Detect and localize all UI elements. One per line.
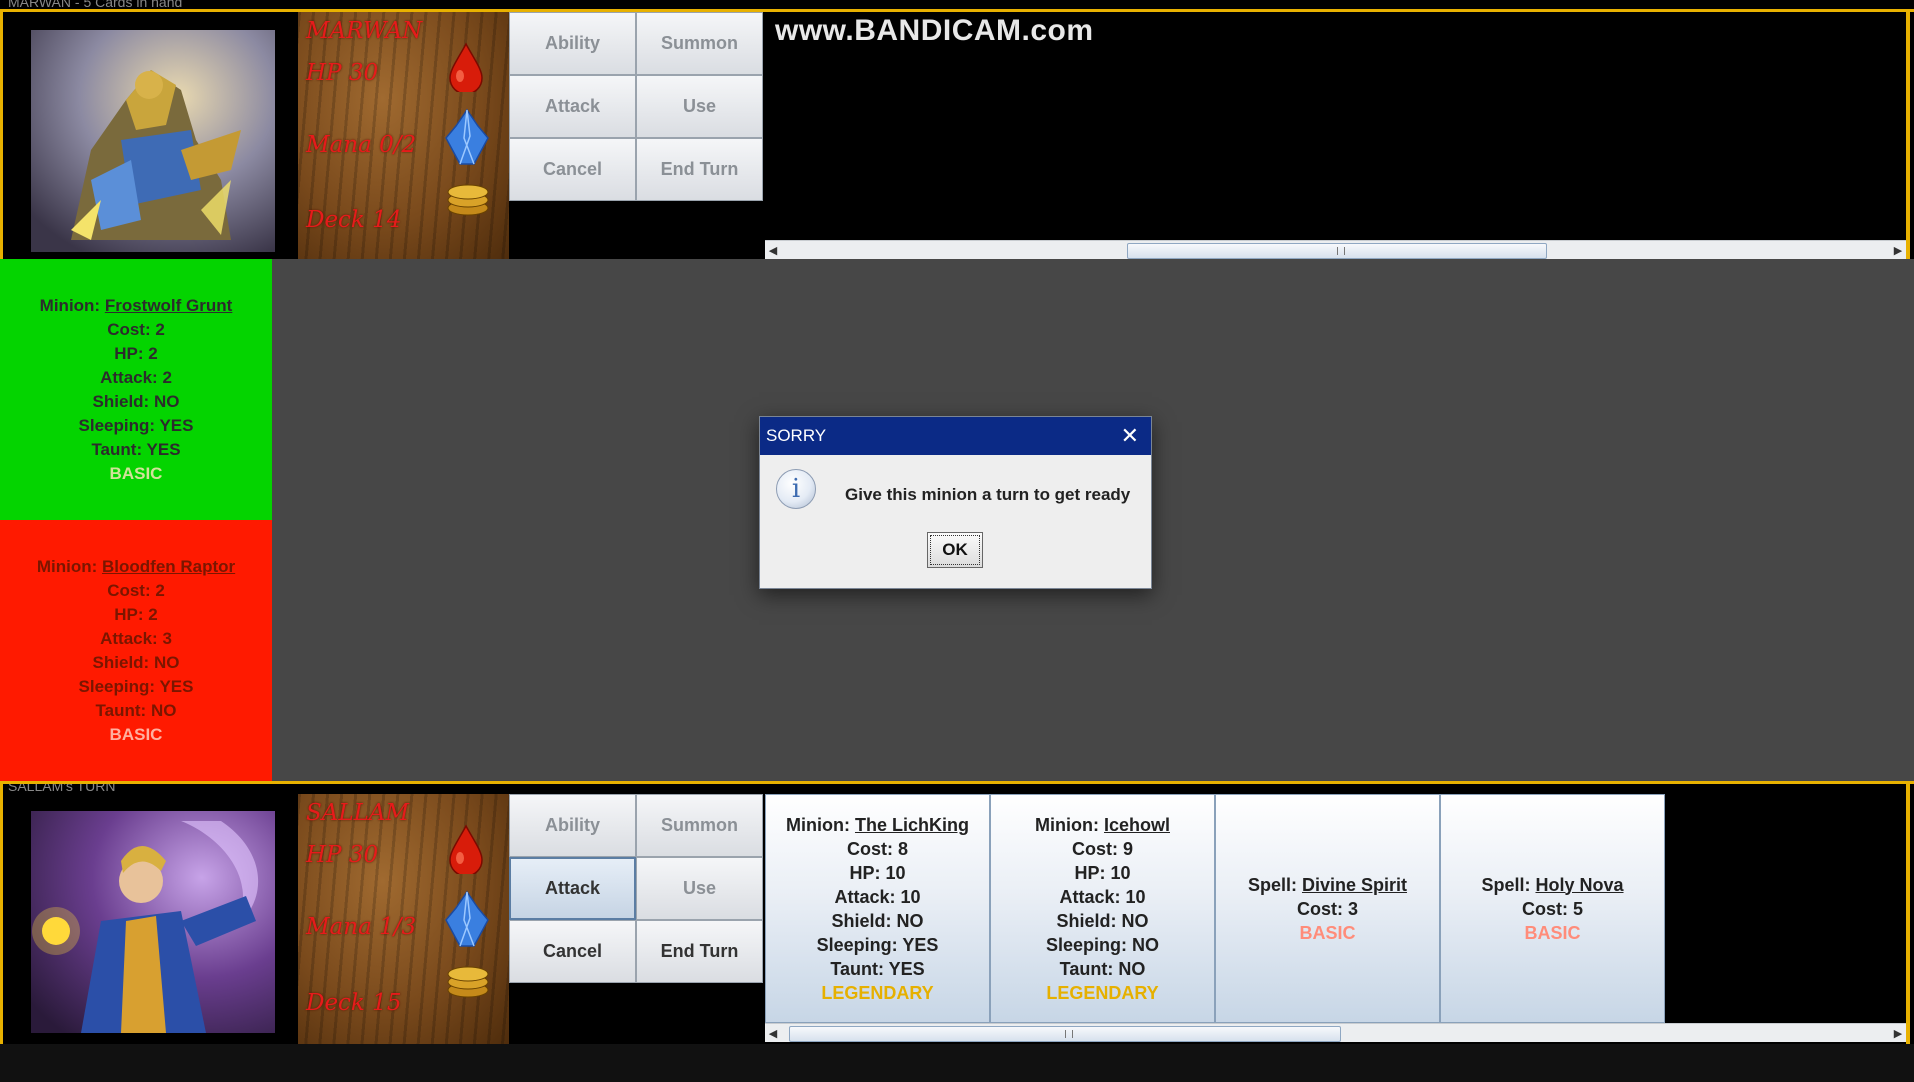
blood-drop-icon [449, 824, 483, 874]
sorry-dialog: SORRY ✕ i Give this minion a turn to get… [759, 416, 1152, 589]
player-attack-button[interactable]: Attack [509, 857, 636, 920]
hand-card[interactable]: Minion: Icehowl Cost: 9 HP: 10 Attack: 1… [990, 794, 1215, 1023]
minion-name: Bloodfen Raptor [102, 556, 236, 576]
close-icon[interactable]: ✕ [1121, 423, 1139, 449]
scroll-right-arrow-icon[interactable]: ▶ [1890, 241, 1906, 259]
hand-card[interactable]: Minion: The LichKing Cost: 8 HP: 10 Atta… [765, 794, 990, 1023]
bottom-gold-right [1906, 781, 1910, 1044]
opponent-cancel-button[interactable]: Cancel [509, 138, 636, 201]
minion-name: Frostwolf Grunt [104, 295, 233, 315]
player-hp: HP 30 [306, 842, 379, 868]
player-turn-strip: SALLAM's TURN [0, 784, 1914, 794]
dialog-title: SORRY [766, 426, 827, 445]
scrollbar-thumb[interactable] [789, 1026, 1341, 1042]
player-use-button[interactable]: Use [636, 857, 763, 920]
rarity-label: BASIC [109, 724, 163, 744]
opponent-hero-art [31, 30, 275, 252]
rarity-label: BASIC [1299, 922, 1356, 943]
blood-drop-icon [449, 42, 483, 92]
opponent-end-turn-button[interactable]: End Turn [636, 138, 763, 201]
player-cancel-button[interactable]: Cancel [509, 920, 636, 983]
card-name: The LichKing [854, 814, 969, 835]
ok-button[interactable]: OK [927, 532, 983, 568]
bandicam-watermark: www.BANDICAM.com [775, 14, 1094, 47]
card-name: Icehowl [1103, 814, 1170, 835]
hand-card[interactable]: Spell: Holy Nova Cost: 5 BASIC [1440, 794, 1665, 1023]
opponent-hand-scrollbar[interactable]: ◀ ▶ [765, 240, 1906, 259]
mana-crystal-icon [445, 890, 489, 947]
opponent-use-button[interactable]: Use [636, 75, 763, 138]
board-minion-card[interactable]: Minion: Bloodfen Raptor Cost: 2 HP: 2 At… [0, 520, 272, 781]
opponent-hero-portrait [3, 12, 298, 259]
player-stats-panel: SALLAM HP 30 Mana 1/3 Deck 15 [298, 794, 509, 1044]
board-minion-card[interactable]: Minion: Frostwolf Grunt Cost: 2 HP: 2 At… [0, 259, 272, 520]
hand-card[interactable]: Spell: Divine Spirit Cost: 3 BASIC [1215, 794, 1440, 1023]
rarity-label: LEGENDARY [1046, 982, 1159, 1003]
player-ability-button[interactable]: Ability [509, 794, 636, 857]
opponent-ability-button[interactable]: Ability [509, 12, 636, 75]
player-name: SALLAM [306, 800, 410, 826]
rarity-label: LEGENDARY [821, 982, 934, 1003]
player-end-turn-button[interactable]: End Turn [636, 920, 763, 983]
opponent-deck: Deck 14 [306, 207, 402, 233]
player-deck: Deck 15 [306, 990, 402, 1016]
player-hero-art [31, 811, 275, 1033]
player-summon-button[interactable]: Summon [636, 794, 763, 857]
opponent-attack-button[interactable]: Attack [509, 75, 636, 138]
opponent-name: MARWAN [306, 18, 423, 44]
rarity-label: BASIC [1524, 922, 1581, 943]
info-icon: i [776, 469, 816, 509]
deck-stack-icon [447, 966, 489, 998]
opponent-stats-panel: MARWAN HP 30 Mana 0/2 Deck 14 [298, 12, 509, 259]
player-hero-portrait [3, 794, 298, 1044]
opponent-hand-area: www.BANDICAM.com [765, 12, 1906, 240]
card-name: Divine Spirit [1301, 874, 1408, 895]
card-name: Holy Nova [1535, 874, 1624, 895]
mana-crystal-icon [445, 108, 489, 165]
deck-stack-icon [447, 184, 489, 216]
scroll-left-arrow-icon[interactable]: ◀ [765, 1024, 781, 1042]
button-panel-filler [509, 983, 763, 1044]
scroll-left-arrow-icon[interactable]: ◀ [765, 241, 781, 259]
scroll-right-arrow-icon[interactable]: ▶ [1890, 1024, 1906, 1042]
bottom-black-bar [0, 1044, 1914, 1082]
opponent-summon-button[interactable]: Summon [636, 12, 763, 75]
dialog-title-bar: SORRY ✕ [760, 417, 1151, 455]
opponent-hp: HP 30 [306, 60, 379, 86]
player-hand-scrollbar[interactable]: ◀ ▶ [765, 1023, 1906, 1042]
rarity-label: BASIC [109, 463, 163, 483]
dialog-message: Give this minion a turn to get ready [845, 485, 1131, 504]
player-mana: Mana 1/3 [306, 914, 417, 940]
scrollbar-thumb[interactable] [1127, 243, 1547, 259]
top-gold-right [1906, 9, 1910, 259]
opponent-mana: Mana 0/2 [306, 132, 417, 158]
